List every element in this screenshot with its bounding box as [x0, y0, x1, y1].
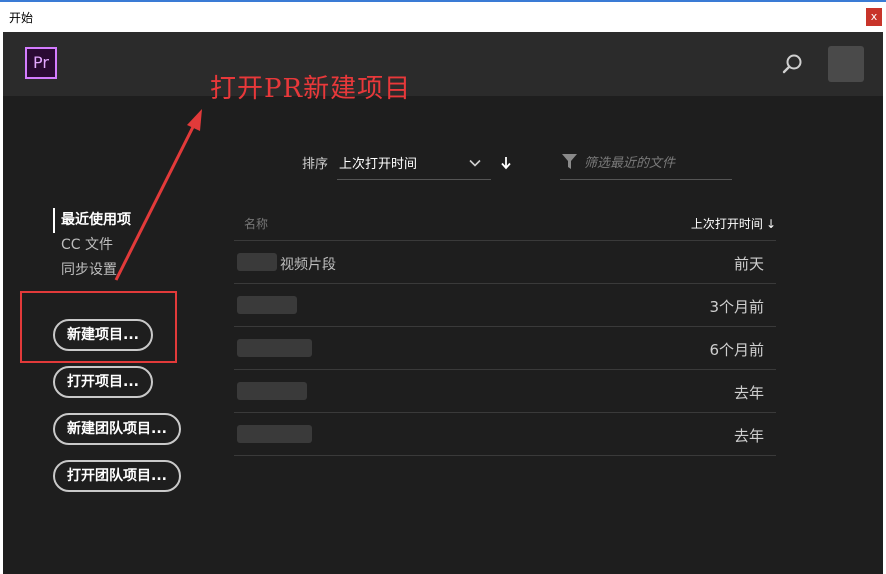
- start-screen: Pr 打开PR新建项目 最近使用项 CC 文件 同步设置 新建项目... 打开项…: [3, 32, 883, 574]
- row-file-name: 视频片段: [280, 257, 336, 273]
- new-project-button[interactable]: 新建项目...: [53, 319, 153, 351]
- table-row[interactable]: 去年: [234, 413, 776, 456]
- row-date: 6个月前: [709, 341, 764, 359]
- annotation-label: 打开PR新建项目: [210, 74, 412, 104]
- window-titlebar: 开始 x: [0, 0, 886, 32]
- redacted-name: [237, 382, 307, 400]
- arrow-head: [187, 109, 202, 131]
- filter-field[interactable]: [560, 146, 732, 180]
- redacted-name: [237, 296, 297, 314]
- sort-arrow-icon: ↓: [765, 217, 776, 231]
- sort-dropdown[interactable]: 上次打开时间: [337, 146, 491, 180]
- new-team-project-button[interactable]: 新建团队项目...: [53, 413, 181, 445]
- row-date: 去年: [733, 384, 764, 402]
- filter-icon: [562, 154, 577, 169]
- close-button[interactable]: x: [866, 8, 882, 26]
- sort-label: 排序: [302, 157, 329, 172]
- chevron-down-icon: [469, 159, 481, 167]
- filter-input[interactable]: [584, 153, 730, 173]
- redacted-name: [237, 339, 312, 357]
- window-title: 开始: [9, 11, 34, 25]
- sidebar-nav: 最近使用项 CC 文件 同步设置: [53, 208, 131, 283]
- column-name-header[interactable]: 名称: [244, 215, 268, 232]
- app-header: Pr: [3, 32, 883, 96]
- premiere-logo: Pr: [25, 47, 57, 79]
- redacted-name: [237, 253, 277, 271]
- recent-files-table: 名称 上次打开时间 ↓ 视频片段 前天 3个月前 6个月前 去年 去年: [234, 204, 776, 456]
- redacted-name: [237, 425, 312, 443]
- table-row[interactable]: 视频片段 前天: [234, 241, 776, 284]
- table-header: 名称 上次打开时间 ↓: [234, 204, 776, 241]
- table-row[interactable]: 3个月前: [234, 284, 776, 327]
- nav-item-sync-settings[interactable]: 同步设置: [53, 258, 131, 283]
- row-date: 去年: [733, 427, 764, 445]
- sort-direction-icon[interactable]: [500, 156, 512, 170]
- search-icon[interactable]: [782, 53, 804, 75]
- column-date-label: 上次打开时间: [690, 217, 763, 231]
- avatar[interactable]: [828, 46, 864, 82]
- sort-value: 上次打开时间: [339, 157, 418, 172]
- row-date: 3个月前: [709, 298, 764, 316]
- nav-item-recent[interactable]: 最近使用项: [53, 208, 131, 233]
- table-row[interactable]: 6个月前: [234, 327, 776, 370]
- row-date: 前天: [733, 255, 764, 273]
- table-row[interactable]: 去年: [234, 370, 776, 413]
- open-project-button[interactable]: 打开项目...: [53, 366, 153, 398]
- open-team-project-button[interactable]: 打开团队项目...: [53, 460, 181, 492]
- column-date-header[interactable]: 上次打开时间 ↓: [691, 215, 776, 232]
- nav-item-cc-files[interactable]: CC 文件: [53, 233, 131, 258]
